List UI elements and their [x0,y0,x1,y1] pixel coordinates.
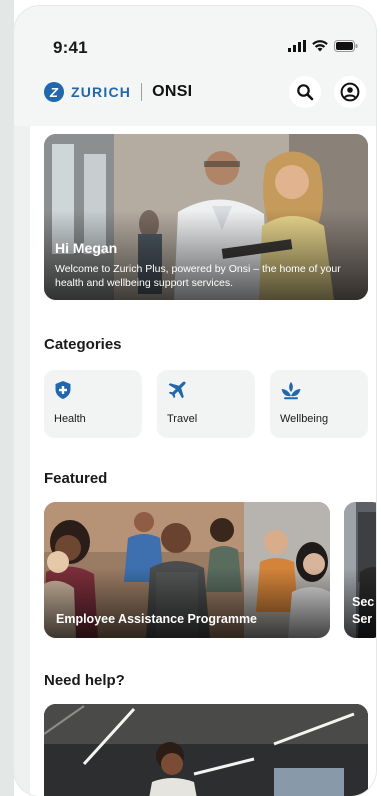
signal-icon [288,40,306,52]
zurich-wordmark: ZURICH [71,84,132,100]
hero-banner[interactable]: Hi Megan Welcome to Zurich Plus, powered… [44,134,368,300]
help-photo [44,704,368,796]
home-content: Hi Megan Welcome to Zurich Plus, powered… [30,126,376,796]
onsi-wordmark: ONSI [152,83,193,100]
category-card-travel[interactable]: Travel [157,370,255,438]
hero-greeting: Hi Megan [55,240,118,256]
plane-icon [168,381,186,399]
status-time: 9:41 [53,38,88,57]
phone-screen: 9:41 Z ZURICH ONSI Hi Megan Welcome to Z… [14,6,376,796]
featured-card-label: Sec Ser [352,595,375,626]
hero-description: Welcome to Zurich Plus, powered by Onsi … [55,263,341,289]
category-label: Health [54,413,86,425]
lotus-icon [281,382,301,400]
wifi-icon [312,40,328,52]
category-card-health[interactable]: Health [44,370,142,438]
featured-card-label: Employee Assistance Programme [56,612,258,626]
featured-card-next[interactable]: Sec Ser [344,502,376,638]
featured-card-eap[interactable]: Employee Assistance Programme [44,502,330,638]
brand-logo: Z ZURICH ONSI [44,82,192,102]
profile-icon [340,82,360,102]
shield-plus-icon [55,381,71,399]
featured-shade [44,568,330,638]
logo-divider [141,83,143,101]
category-card-wellbeing[interactable]: Wellbeing [270,370,368,438]
status-icons [288,40,358,52]
device-frame-edge [0,0,14,796]
featured-heading: Featured [44,470,108,487]
battery-icon [334,40,358,52]
app-header: 9:41 Z ZURICH ONSI [14,6,376,126]
zurich-logo-icon: Z [44,82,64,102]
search-icon [297,84,314,101]
categories-heading: Categories [44,336,122,353]
need-help-heading: Need help? [44,672,125,689]
search-button[interactable] [289,76,321,108]
category-label: Wellbeing [280,413,329,425]
category-label: Travel [167,413,198,425]
need-help-card[interactable] [44,704,368,796]
profile-button[interactable] [334,76,366,108]
